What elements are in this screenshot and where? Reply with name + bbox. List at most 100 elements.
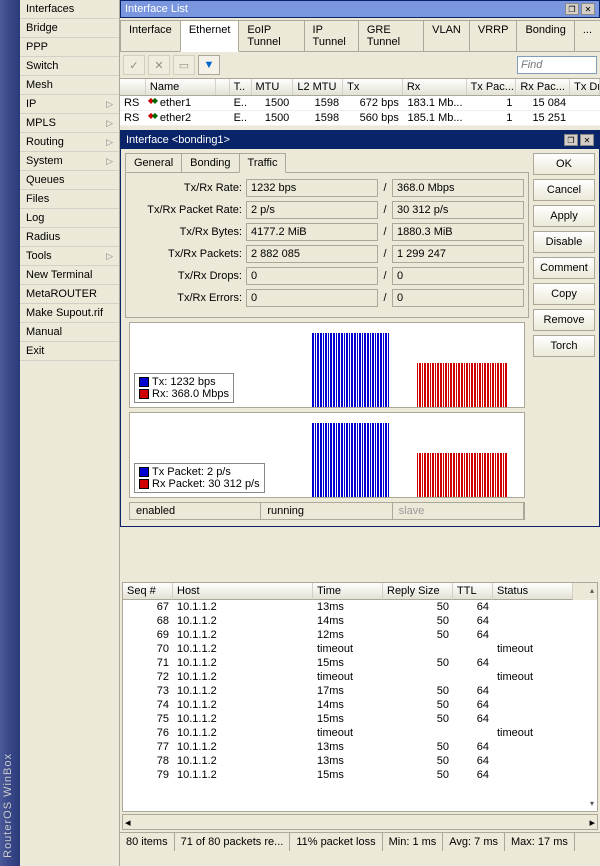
ping-row[interactable]: 7710.1.1.213ms5064 — [123, 740, 597, 754]
ping-row[interactable]: 6910.1.1.212ms5064 — [123, 628, 597, 642]
ping-row[interactable]: 7010.1.1.2timeouttimeout — [123, 642, 597, 656]
ping-row[interactable]: 7910.1.1.215ms5064 — [123, 768, 597, 782]
copy-button[interactable]: Copy — [533, 283, 595, 305]
sidebar-item-switch[interactable]: Switch — [20, 57, 119, 76]
dialog-tab-bonding[interactable]: Bonding — [181, 153, 239, 172]
tab-vlan[interactable]: VLAN — [423, 20, 470, 51]
sidebar-item-files[interactable]: Files — [20, 190, 119, 209]
cancel-button[interactable]: Cancel — [533, 179, 595, 201]
disable-button[interactable]: Disable — [533, 231, 595, 253]
sidebar-item-metarouter[interactable]: MetaROUTER — [20, 285, 119, 304]
ping-header[interactable]: Seq #HostTimeReply SizeTTLStatus — [123, 583, 597, 600]
ping-row[interactable]: 7410.1.1.214ms5064 — [123, 698, 597, 712]
scroll-down-icon[interactable]: ▾ — [590, 799, 594, 808]
interface-row[interactable]: RSether2E..15001598560 bps185.1 Mb...115… — [120, 111, 600, 126]
ping-row[interactable]: 7810.1.1.213ms5064 — [123, 754, 597, 768]
interface-row[interactable]: RSether1E..15001598672 bps183.1 Mb...115… — [120, 96, 600, 111]
legend-entry: Tx Packet: 2 p/s — [139, 466, 260, 478]
sidebar-item-new-terminal[interactable]: New Terminal — [20, 266, 119, 285]
torch-button[interactable]: Torch — [533, 335, 595, 357]
ping-row[interactable]: 7210.1.1.2timeouttimeout — [123, 670, 597, 684]
stat-row: Tx/Rx Errors:0/0 — [130, 289, 524, 307]
window-close-button[interactable]: ✕ — [581, 3, 595, 15]
tab-eoip-tunnel[interactable]: EoIP Tunnel — [238, 20, 304, 51]
sidebar-item-bridge[interactable]: Bridge — [20, 19, 119, 38]
sidebar-item-routing[interactable]: Routing▷ — [20, 133, 119, 152]
ping-row[interactable]: 7310.1.1.217ms5064 — [123, 684, 597, 698]
column-header[interactable]: Tx Dr — [570, 79, 600, 95]
sidebar-item-ppp[interactable]: PPP — [20, 38, 119, 57]
column-header[interactable]: Rx Pac... — [516, 79, 570, 95]
sidebar-item-interfaces[interactable]: Interfaces — [20, 0, 119, 19]
ping-row[interactable]: 7610.1.1.2timeouttimeout — [123, 726, 597, 740]
tab-ethernet[interactable]: Ethernet — [180, 20, 240, 52]
sidebar-item-mpls[interactable]: MPLS▷ — [20, 114, 119, 133]
ping-column-header[interactable]: Status — [493, 583, 573, 600]
column-header[interactable]: T.. — [230, 79, 252, 95]
dialog-tab-traffic[interactable]: Traffic — [239, 153, 287, 173]
legend-entry: Rx Packet: 30 312 p/s — [139, 478, 260, 490]
sidebar-item-exit[interactable]: Exit — [20, 342, 119, 361]
comment-button[interactable]: Comment — [533, 257, 595, 279]
sidebar-item-manual[interactable]: Manual — [20, 323, 119, 342]
enable-button[interactable]: ✓ — [123, 55, 145, 75]
sidebar-item-mesh[interactable]: Mesh — [20, 76, 119, 95]
column-header[interactable]: Name — [146, 79, 216, 95]
column-header[interactable]: Tx — [343, 79, 403, 95]
window-restore-button[interactable]: ❐ — [565, 3, 579, 15]
disable-button[interactable]: ✕ — [148, 55, 170, 75]
dialog-titlebar[interactable]: Interface <bonding1> ❐ ✕ — [121, 131, 599, 149]
column-header[interactable] — [120, 79, 146, 95]
ping-row[interactable]: 7110.1.1.215ms5064 — [123, 656, 597, 670]
tab--[interactable]: ... — [574, 20, 600, 51]
grid-header[interactable]: Name T..MTUL2 MTUTxRxTx Pac...Rx Pac...Tx… — [120, 79, 600, 96]
column-header[interactable] — [216, 79, 230, 95]
ping-row[interactable]: 7510.1.1.215ms5064 — [123, 712, 597, 726]
sidebar-item-system[interactable]: System▷ — [20, 152, 119, 171]
ping-column-header[interactable]: Reply Size — [383, 583, 453, 600]
ping-column-header[interactable]: TTL — [453, 583, 493, 600]
stat-row: Tx/Rx Packets:2 882 085/1 299 247 — [130, 245, 524, 263]
column-header[interactable]: Tx Pac... — [467, 79, 517, 95]
stat-tx-value: 0 — [246, 267, 378, 285]
tab-interface[interactable]: Interface — [120, 20, 181, 51]
legend-swatch — [139, 377, 149, 387]
comment-button[interactable]: ▭ — [173, 55, 195, 75]
sidebar-item-radius[interactable]: Radius — [20, 228, 119, 247]
submenu-icon: ▷ — [106, 156, 113, 167]
sidebar-item-log[interactable]: Log — [20, 209, 119, 228]
find-input[interactable] — [517, 56, 597, 74]
sidebar-item-make-supout-rif[interactable]: Make Supout.rif — [20, 304, 119, 323]
sidebar: InterfacesBridgePPPSwitchMeshIP▷MPLS▷Rou… — [20, 0, 120, 866]
tab-vrrp[interactable]: VRRP — [469, 20, 518, 51]
dialog-restore-button[interactable]: ❐ — [564, 134, 578, 146]
ok-button[interactable]: OK — [533, 153, 595, 175]
scroll-up-icon[interactable]: ▴ — [590, 586, 594, 595]
stat-label: Tx/Rx Packets: — [130, 248, 242, 260]
app-title-vertical: RouterOS WinBox — [2, 753, 14, 858]
ping-row[interactable]: 6710.1.1.213ms5064 — [123, 600, 597, 614]
column-header[interactable]: Rx — [403, 79, 467, 95]
sidebar-item-queues[interactable]: Queues — [20, 171, 119, 190]
column-header[interactable]: L2 MTU — [293, 79, 343, 95]
apply-button[interactable]: Apply — [533, 205, 595, 227]
stat-row: Tx/Rx Packet Rate:2 p/s/30 312 p/s — [130, 201, 524, 219]
ping-column-header[interactable]: Seq # — [123, 583, 173, 600]
ping-row[interactable]: 6810.1.1.214ms5064 — [123, 614, 597, 628]
tab-gre-tunnel[interactable]: GRE Tunnel — [358, 20, 424, 51]
status-slave: slave — [393, 503, 524, 519]
tab-ip-tunnel[interactable]: IP Tunnel — [304, 20, 359, 51]
sidebar-item-ip[interactable]: IP▷ — [20, 95, 119, 114]
sidebar-item-tools[interactable]: Tools▷ — [20, 247, 119, 266]
ping-column-header[interactable]: Time — [313, 583, 383, 600]
tab-bonding[interactable]: Bonding — [516, 20, 574, 51]
ping-column-header[interactable]: Host — [173, 583, 313, 600]
legend-swatch — [139, 479, 149, 489]
filter-button[interactable]: ▼ — [198, 55, 220, 75]
remove-button[interactable]: Remove — [533, 309, 595, 331]
horizontal-scrollbar[interactable]: ◂▸ — [122, 814, 598, 830]
dialog-close-button[interactable]: ✕ — [580, 134, 594, 146]
dialog-tab-general[interactable]: General — [125, 153, 182, 172]
column-header[interactable]: MTU — [252, 79, 294, 95]
interface-list-titlebar: Interface List ❐ ✕ — [120, 0, 600, 18]
